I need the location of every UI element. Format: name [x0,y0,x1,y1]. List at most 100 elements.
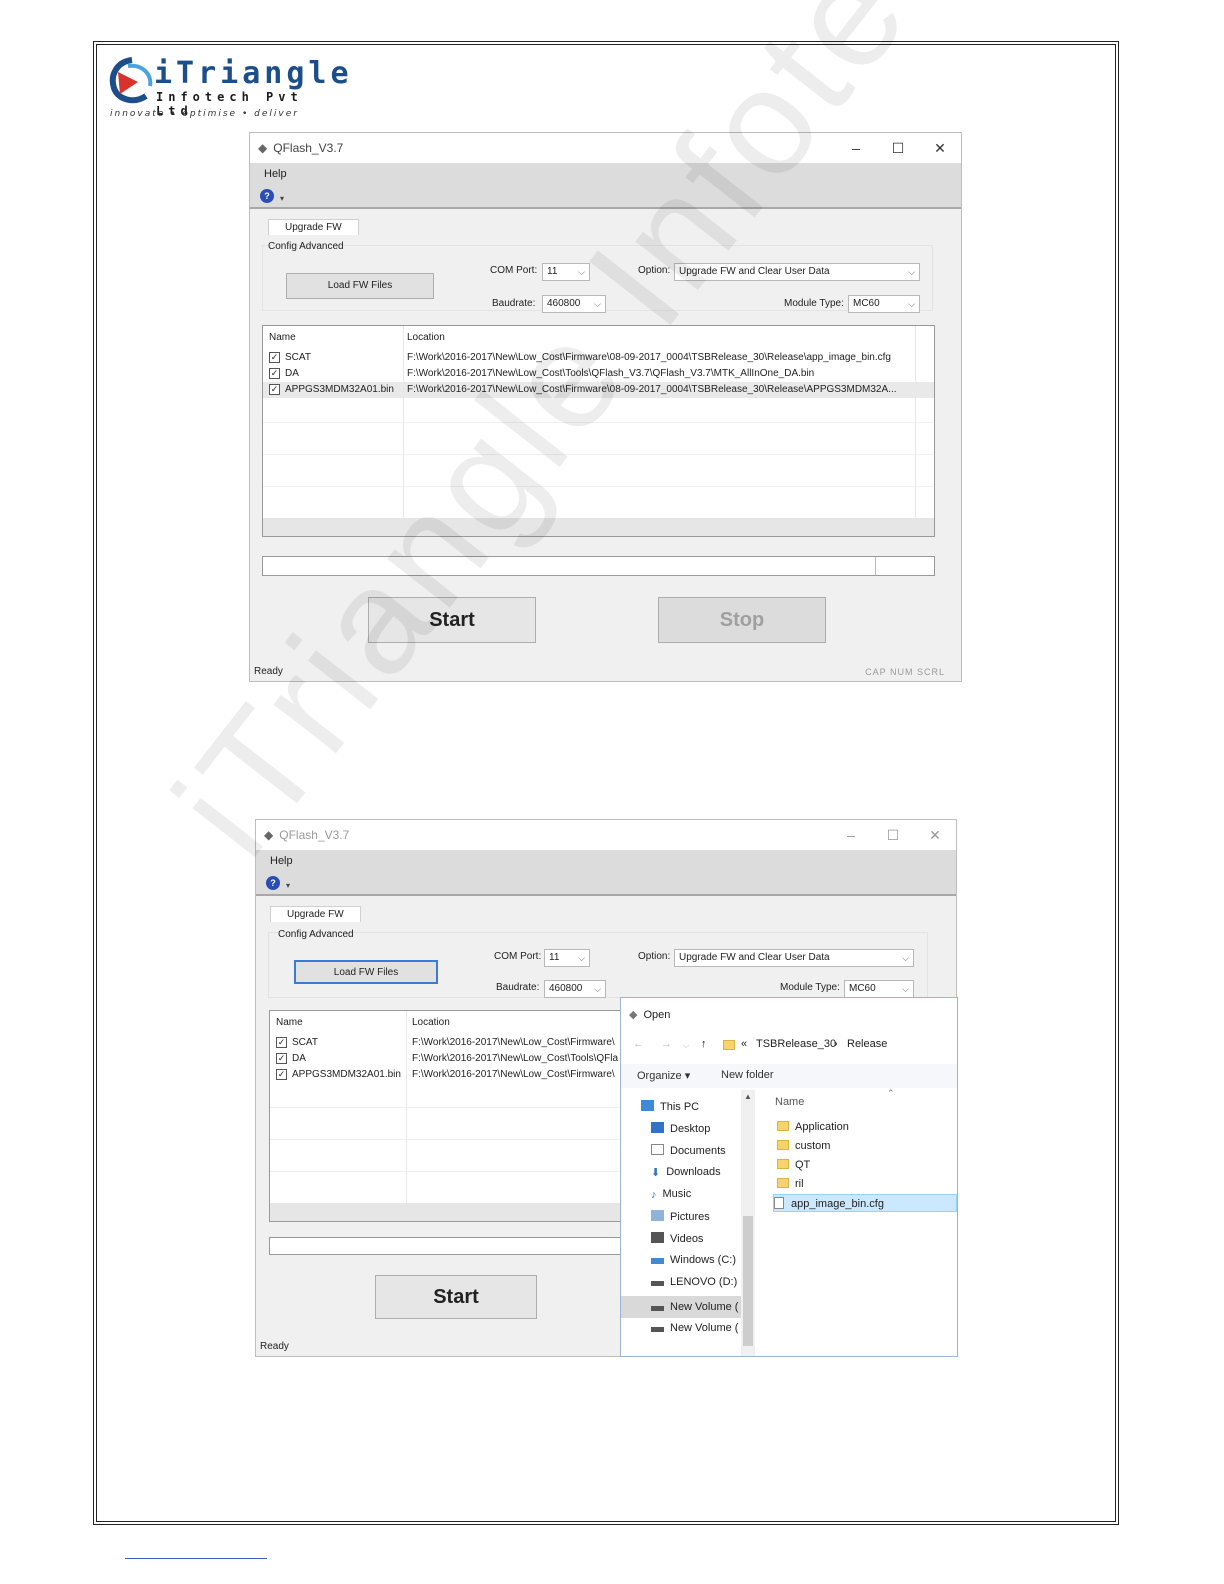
logo-swirl-icon [109,57,153,104]
list-item[interactable]: custom [777,1137,957,1155]
forward-arrow-icon[interactable]: → [661,1038,672,1050]
checkbox[interactable]: ✓ [269,352,280,363]
baudrate-select[interactable]: 460800 ⌵ [542,295,606,313]
baudrate-select[interactable]: 460800 ⌵ [544,980,606,998]
tab-upgrade-fw[interactable]: Upgrade FW [268,219,359,235]
table-row[interactable]: ✓ APPGS3MDM32A01.bin F:\Work\2016-2017\N… [263,382,934,398]
checkbox[interactable]: ✓ [269,368,280,379]
new-folder-button[interactable]: New folder [721,1069,774,1081]
chevron-down-icon: ⌵ [578,953,585,963]
close-button[interactable]: ✕ [914,820,956,850]
option-value: Upgrade FW and Clear User Data [679,266,830,277]
com-port-select[interactable]: 11 ⌵ [544,949,590,967]
breadcrumb-item[interactable]: Release [847,1038,887,1050]
column-header-location: Location [412,1017,450,1028]
start-button[interactable]: Start [368,597,536,643]
option-label: Option: [638,951,671,962]
nav-item-windows-c[interactable]: Windows (C:) [651,1254,736,1266]
checkbox[interactable]: ✓ [276,1069,287,1080]
chevron-down-icon: ⌵ [908,299,915,309]
menu-help[interactable]: Help [250,163,961,185]
module-type-label: Module Type: [784,298,844,309]
checkbox[interactable]: ✓ [269,384,280,395]
progress-bar [262,556,935,576]
drive-icon [651,1327,664,1332]
list-item[interactable]: app_image_bin.cfg [773,1194,957,1212]
nav-item-downloads[interactable]: ⬇ Downloads [651,1166,721,1179]
folder-icon [777,1178,789,1188]
list-item[interactable]: QT [777,1156,957,1174]
baudrate-label: Baudrate: [496,982,540,993]
maximize-button[interactable]: ☐ [872,820,914,850]
nav-item-pictures[interactable]: Pictures [651,1210,710,1223]
stop-button[interactable]: Stop [658,597,826,643]
breadcrumb-overflow[interactable]: « [741,1038,747,1050]
com-port-label: COM Port: [494,951,542,962]
breadcrumb-item[interactable]: TSBRelease_30 [756,1038,836,1050]
back-arrow-icon[interactable]: ← [633,1038,644,1050]
table-row[interactable]: ✓ DA F:\Work\2016-2017\New\Low_Cost\Tool… [263,366,934,382]
com-port-value: 11 [549,952,560,963]
scroll-up-icon[interactable]: ▲ [744,1092,752,1101]
pc-icon [641,1100,654,1111]
module-type-select[interactable]: MC60 ⌵ [848,295,920,313]
maximize-button[interactable]: ☐ [877,133,919,163]
start-button[interactable]: Start [375,1275,537,1319]
com-port-select[interactable]: 11 ⌵ [542,263,590,281]
list-item[interactable]: Application [777,1118,957,1136]
help-icon[interactable]: ? [260,189,274,203]
load-fw-files-button[interactable]: Load FW Files [294,960,438,984]
scroll-thumb[interactable] [743,1216,753,1346]
checkbox[interactable]: ✓ [276,1037,287,1048]
baudrate-label: Baudrate: [492,298,536,309]
help-icon[interactable]: ? [266,876,280,890]
up-arrow-icon[interactable]: ↑ [701,1038,707,1050]
toolbar: ? ▾ [256,872,956,896]
baudrate-value: 460800 [547,298,581,309]
toolbar-overflow-icon[interactable]: ▾ [286,881,290,890]
nav-scrollbar[interactable]: ▲ [741,1090,755,1356]
nav-item-music[interactable]: ♪ Music [651,1188,691,1201]
column-header-name[interactable]: Name [775,1096,804,1108]
column-header-location: Location [407,332,445,343]
option-select[interactable]: Upgrade FW and Clear User Data ⌵ [674,263,920,281]
chevron-down-icon: ⌵ [594,299,601,309]
table-row[interactable]: ✓ SCAT F:\Work\2016-2017\New\Low_Cost\Fi… [263,350,934,366]
load-fw-files-button[interactable]: Load FW Files [286,273,434,299]
toolbar-overflow-icon[interactable]: ▾ [280,194,284,203]
chevron-down-icon: ⌵ [594,984,601,994]
grid-hscrollbar[interactable] [263,518,934,536]
row-name: APPGS3MDM32A01.bin [292,1069,401,1080]
option-label: Option: [638,265,671,276]
address-bar[interactable]: ← → ⌵ ↑ « TSBRelease_30 › Release [629,1034,957,1056]
module-type-select[interactable]: MC60 ⌵ [844,980,914,998]
nav-item-documents[interactable]: Documents [651,1144,726,1157]
option-select[interactable]: Upgrade FW and Clear User Data ⌵ [674,949,914,967]
nav-item-lenovo-d[interactable]: LENOVO (D:) [651,1276,737,1288]
organize-button[interactable]: Organize ▾ [637,1069,690,1082]
tab-upgrade-fw[interactable]: Upgrade FW [270,906,361,922]
column-header-name: Name [276,1017,303,1028]
group-label: Config Advanced [278,929,354,940]
nav-item-videos[interactable]: Videos [651,1232,703,1245]
list-item[interactable]: ril [777,1175,957,1193]
status-indicators: CAP NUM SCRL [865,667,945,677]
nav-item-new-volume[interactable]: New Volume ( [651,1322,738,1334]
nav-item-this-pc[interactable]: This PC [641,1100,699,1113]
menu-help[interactable]: Help [256,850,956,872]
file-list: Name ⌃ Application custom QT ril app_ima… [771,1088,957,1356]
checkbox[interactable]: ✓ [276,1053,287,1064]
nav-item-desktop[interactable]: Desktop [651,1122,710,1135]
nav-item-new-volume[interactable]: New Volume ( [621,1296,755,1318]
drive-icon [651,1281,664,1286]
drive-icon [651,1306,664,1311]
row-location: F:\Work\2016-2017\New\Low_Cost\Firmware\… [407,352,891,363]
breadcrumb-separator: › [834,1038,838,1050]
close-button[interactable]: ✕ [919,133,961,163]
downloads-icon: ⬇ [651,1167,661,1179]
minimize-button[interactable]: – [835,133,877,163]
folder-icon [723,1040,735,1050]
pictures-icon [651,1210,664,1221]
minimize-button[interactable]: – [830,820,872,850]
recent-chevron-icon[interactable]: ⌵ [683,1041,689,1051]
